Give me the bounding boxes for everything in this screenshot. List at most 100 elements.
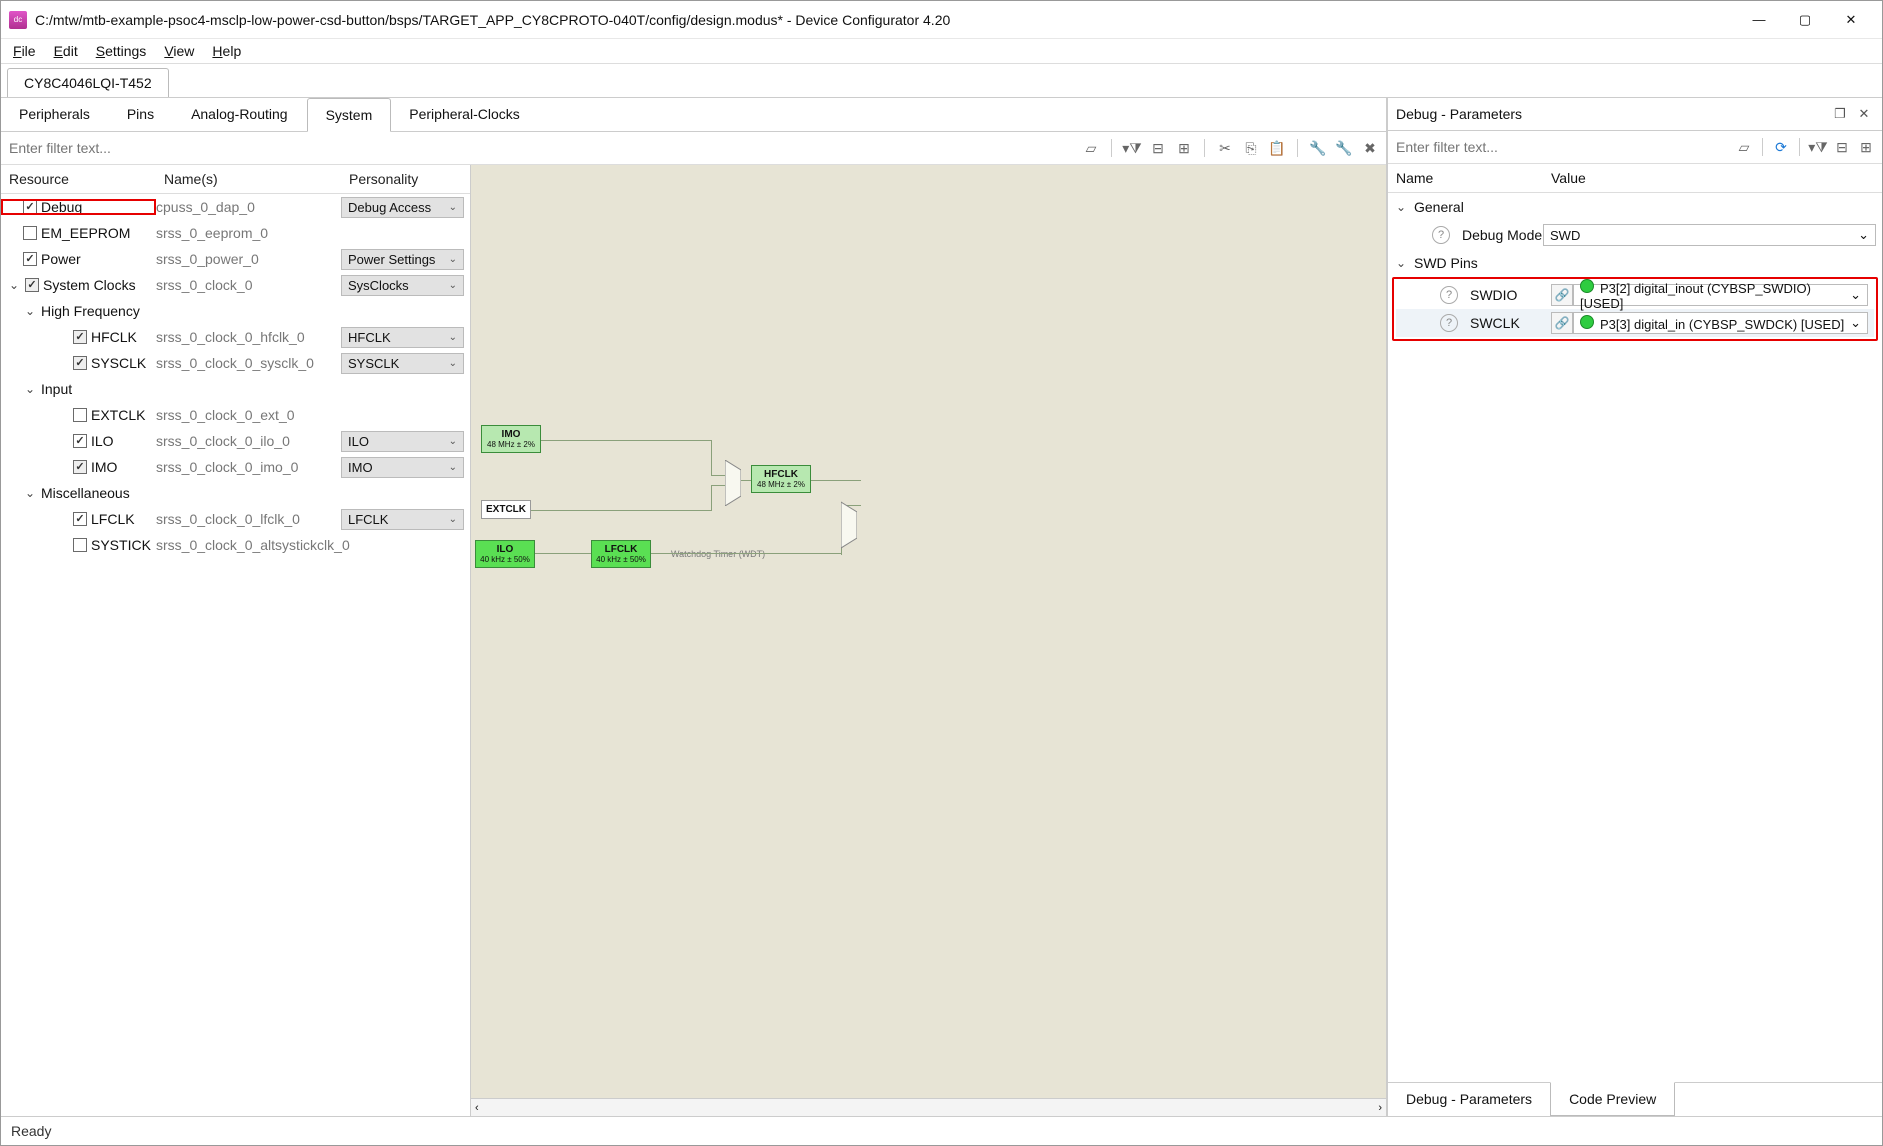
clear-filter-icon[interactable]: ▱ xyxy=(1081,138,1101,158)
expand-all-icon[interactable]: ⊞ xyxy=(1174,138,1194,158)
chevron-down-icon[interactable]: ⌄ xyxy=(1394,256,1408,270)
chevron-down-icon[interactable]: ⌄ xyxy=(23,486,37,500)
personality-select[interactable]: Power Settings⌄ xyxy=(341,249,464,270)
tree-ilo[interactable]: ILO xyxy=(1,433,156,449)
chevron-down-icon[interactable]: ⌄ xyxy=(1394,200,1408,214)
close-button[interactable]: ✕ xyxy=(1828,5,1874,35)
personality-select[interactable]: SysClocks⌄ xyxy=(341,275,464,296)
checkbox-icon[interactable] xyxy=(23,200,37,214)
block-imo[interactable]: IMO48 MHz ± 2% xyxy=(481,425,541,453)
checkbox-icon[interactable] xyxy=(23,226,37,240)
wrench-icon[interactable]: 🔧 xyxy=(1308,138,1328,158)
tree-input[interactable]: ⌄ Input xyxy=(1,381,156,397)
tab-pins[interactable]: Pins xyxy=(109,98,173,131)
tree-imo[interactable]: IMO xyxy=(1,459,156,475)
menu-edit[interactable]: Edit xyxy=(54,43,78,59)
link-icon[interactable]: 🔗 xyxy=(1551,284,1573,306)
checkbox-icon[interactable] xyxy=(73,512,87,526)
tree-label: ILO xyxy=(91,433,114,449)
block-extclk[interactable]: EXTCLK xyxy=(481,500,531,519)
mux-icon xyxy=(725,460,741,506)
tab-peripherals[interactable]: Peripherals xyxy=(1,98,109,131)
personality-select[interactable]: IMO⌄ xyxy=(341,457,464,478)
minimize-button[interactable]: — xyxy=(1736,5,1782,35)
menu-view[interactable]: View xyxy=(164,43,194,59)
clock-diagram[interactable]: IMO48 MHz ± 2% EXTCLK HFCLK48 MHz ± 2% I… xyxy=(471,165,1386,1116)
param-filter-input[interactable] xyxy=(1394,135,1730,159)
filter-input[interactable] xyxy=(7,136,1075,160)
tree-name: srss_0_clock_0_ilo_0 xyxy=(156,433,341,449)
bottom-tab-code-preview[interactable]: Code Preview xyxy=(1550,1082,1675,1116)
block-hfclk[interactable]: HFCLK48 MHz ± 2% xyxy=(751,465,811,493)
checkbox-icon[interactable] xyxy=(73,408,87,422)
swclk-select[interactable]: P3[3] digital_in (CYBSP_SWDCK) [USED] ⌄ xyxy=(1573,312,1868,334)
tree-extclk[interactable]: EXTCLK xyxy=(1,407,156,423)
clear-filter-icon[interactable]: ▱ xyxy=(1734,137,1754,157)
copy-icon[interactable]: ⎘ xyxy=(1241,138,1261,158)
debug-mode-select[interactable]: SWD⌄ xyxy=(1543,224,1876,246)
checkbox-icon[interactable] xyxy=(73,434,87,448)
filter-icon[interactable]: ▾⧩ xyxy=(1808,137,1828,157)
refresh-icon[interactable]: ⟳ xyxy=(1771,137,1791,157)
help-icon[interactable]: ? xyxy=(1440,286,1458,304)
tree-system-clocks[interactable]: ⌄ System Clocks xyxy=(1,277,156,293)
checkbox-lock-icon[interactable] xyxy=(73,330,87,344)
block-lfclk[interactable]: LFCLK40 kHz ± 50% xyxy=(591,540,651,568)
tree-sysclk[interactable]: SYSCLK xyxy=(1,355,156,371)
chevron-down-icon: ⌄ xyxy=(449,280,457,291)
chevron-down-icon[interactable]: ⌄ xyxy=(7,278,21,292)
personality-select[interactable]: HFCLK⌄ xyxy=(341,327,464,348)
personality-select[interactable]: ILO⌄ xyxy=(341,431,464,452)
tree-debug[interactable]: Debug xyxy=(1,199,156,215)
link-icon[interactable]: 🔗 xyxy=(1551,312,1573,334)
checkbox-icon[interactable] xyxy=(73,538,87,552)
scrollbar[interactable]: ‹› xyxy=(471,1098,1386,1116)
window-title: C:/mtw/mtb-example-psoc4-msclp-low-power… xyxy=(35,12,1736,28)
tree-eeprom[interactable]: EM_EEPROM xyxy=(1,225,156,241)
checkbox-icon[interactable] xyxy=(23,252,37,266)
chevron-down-icon[interactable]: ⌄ xyxy=(23,382,37,396)
undock-icon[interactable]: ❐ xyxy=(1830,104,1850,124)
tree-power[interactable]: Power xyxy=(1,251,156,267)
section-general[interactable]: ⌄General xyxy=(1388,193,1882,221)
tab-analog-routing[interactable]: Analog-Routing xyxy=(173,98,307,131)
personality-select[interactable]: LFCLK⌄ xyxy=(341,509,464,530)
menu-help[interactable]: Help xyxy=(212,43,241,59)
paste-icon[interactable]: 📋 xyxy=(1267,138,1287,158)
delete-icon[interactable]: ✖ xyxy=(1360,138,1380,158)
personality-select[interactable]: Debug Access⌄ xyxy=(341,197,464,218)
tree-label: Debug xyxy=(41,199,82,215)
help-icon[interactable]: ? xyxy=(1440,314,1458,332)
wrench2-icon[interactable]: 🔧 xyxy=(1334,138,1354,158)
swdio-select[interactable]: P3[2] digital_inout (CYBSP_SWDIO) [USED]… xyxy=(1573,284,1868,306)
tree-lfclk[interactable]: LFCLK xyxy=(1,511,156,527)
tree-name: srss_0_clock_0_lfclk_0 xyxy=(156,511,341,527)
personality-select[interactable]: SYSCLK⌄ xyxy=(341,353,464,374)
chevron-down-icon[interactable]: ⌄ xyxy=(23,304,37,318)
block-ilo[interactable]: ILO40 kHz ± 50% xyxy=(475,540,535,568)
expand-all-icon[interactable]: ⊞ xyxy=(1856,137,1876,157)
checkbox-lock-icon[interactable] xyxy=(25,278,39,292)
help-icon[interactable]: ? xyxy=(1432,226,1450,244)
menu-settings[interactable]: Settings xyxy=(96,43,147,59)
menu-file[interactable]: File xyxy=(13,43,36,59)
close-panel-icon[interactable]: ✕ xyxy=(1854,104,1874,124)
tree-high-frequency[interactable]: ⌄ High Frequency xyxy=(1,303,156,319)
device-tab[interactable]: CY8C4046LQI-T452 xyxy=(7,68,169,97)
collapse-all-icon[interactable]: ⊟ xyxy=(1148,138,1168,158)
chevron-down-icon: ⌄ xyxy=(449,202,457,213)
bottom-tab-parameters[interactable]: Debug - Parameters xyxy=(1388,1083,1550,1116)
checkbox-lock-icon[interactable] xyxy=(73,460,87,474)
cut-icon[interactable]: ✂ xyxy=(1215,138,1235,158)
tab-peripheral-clocks[interactable]: Peripheral-Clocks xyxy=(391,98,538,131)
collapse-all-icon[interactable]: ⊟ xyxy=(1832,137,1852,157)
tree-hfclk[interactable]: HFCLK xyxy=(1,329,156,345)
section-swd-pins[interactable]: ⌄SWD Pins xyxy=(1388,249,1882,277)
filter-icon[interactable]: ▾⧩ xyxy=(1122,138,1142,158)
checkbox-lock-icon[interactable] xyxy=(73,356,87,370)
tree-miscellaneous[interactable]: ⌄ Miscellaneous xyxy=(1,485,156,501)
tree-systick[interactable]: SYSTICK xyxy=(1,537,156,553)
maximize-button[interactable]: ▢ xyxy=(1782,5,1828,35)
chevron-down-icon: ⌄ xyxy=(449,462,457,473)
tab-system[interactable]: System xyxy=(307,98,392,132)
